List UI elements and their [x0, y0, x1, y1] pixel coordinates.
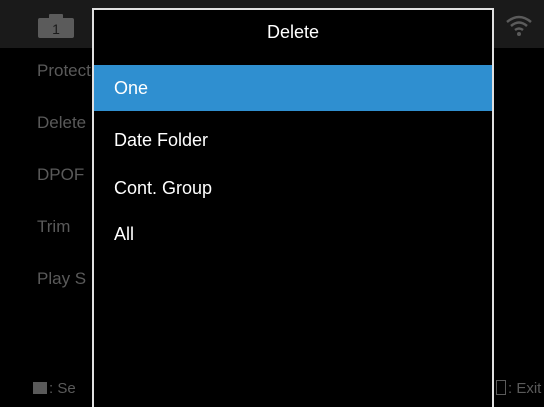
select-hint-text: : Se: [49, 380, 76, 397]
dialog-title: Delete: [266, 22, 320, 42]
wifi-icon: [506, 15, 532, 36]
dpad-icon: [33, 382, 47, 394]
option-one[interactable]: One: [94, 65, 492, 111]
exit-hint: : Exit: [496, 380, 541, 397]
bg-menu-item-trim: Trim: [37, 217, 71, 236]
bg-menu-item-play: Play S: [37, 269, 87, 288]
bg-menu-item-protect: Protect: [37, 61, 91, 80]
bg-menu-item-dpof: DPOF: [37, 165, 85, 184]
bg-menu-item-delete: Delete: [37, 113, 87, 132]
delete-dialog: Delete One Date Folder Cont. Group All: [92, 8, 494, 407]
option-all[interactable]: All: [94, 211, 492, 257]
exit-icon: [496, 380, 506, 395]
camera-badge: 1: [52, 21, 60, 37]
exit-hint-text: : Exit: [508, 380, 542, 397]
select-hint: : Se: [33, 380, 76, 397]
option-date-folder[interactable]: Date Folder: [94, 117, 492, 163]
option-cont-group[interactable]: Cont. Group: [94, 165, 492, 211]
camera-icon: 1: [38, 14, 74, 38]
